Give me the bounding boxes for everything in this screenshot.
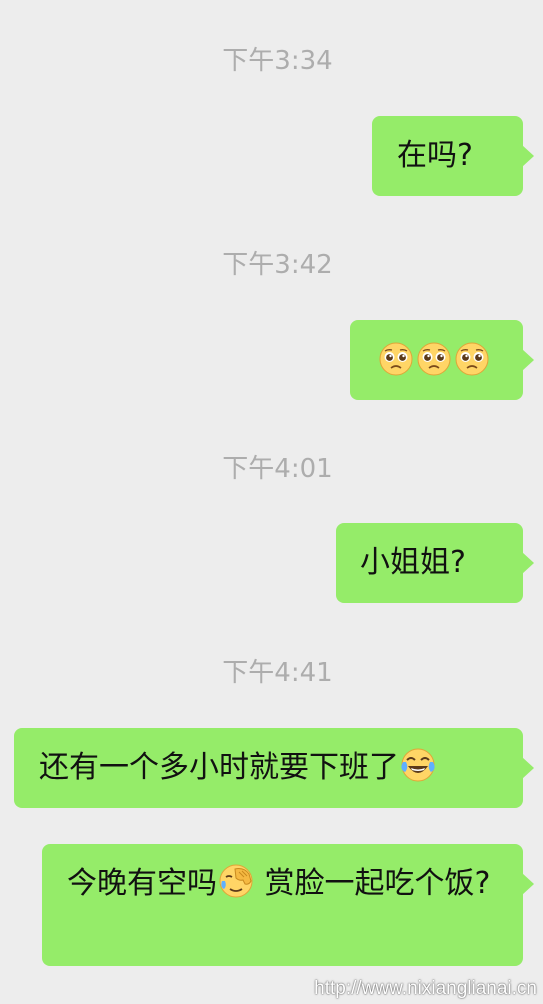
facepalm-icon [218,863,254,899]
message-bubble[interactable]: 还有一个多小时就要下班了 [14,728,534,808]
message-text: 还有一个多小时就要下班了 [39,750,399,785]
message-bubble[interactable]: 小姐姐? [336,523,534,603]
tears-of-joy-icon [400,747,436,783]
message-text-before: 今晚有空吗 [67,866,217,901]
timestamp: 下午3:34 [222,46,333,76]
timestamp: 下午4:41 [222,658,333,688]
pleading-face-icon [378,341,414,377]
message-text: 小姐姐? [360,545,466,580]
message-text: 在吗? [397,138,473,173]
message-bubble[interactable]: 在吗? [372,116,534,196]
timestamp: 下午4:01 [222,454,333,484]
message-text: 今晚有空吗 赏脸一起吃个饭? [67,863,491,901]
timestamp: 下午3:42 [222,250,333,280]
message-bubble[interactable] [350,320,534,400]
pleading-face-icon [454,341,490,377]
message-text-after: 赏脸一起吃个饭? [255,866,491,901]
pleading-face-icon [416,341,452,377]
watermark: http://www.nixianglianai.cn [314,978,537,999]
message-bubble[interactable]: 今晚有空吗 赏脸一起吃个饭? [42,844,534,966]
